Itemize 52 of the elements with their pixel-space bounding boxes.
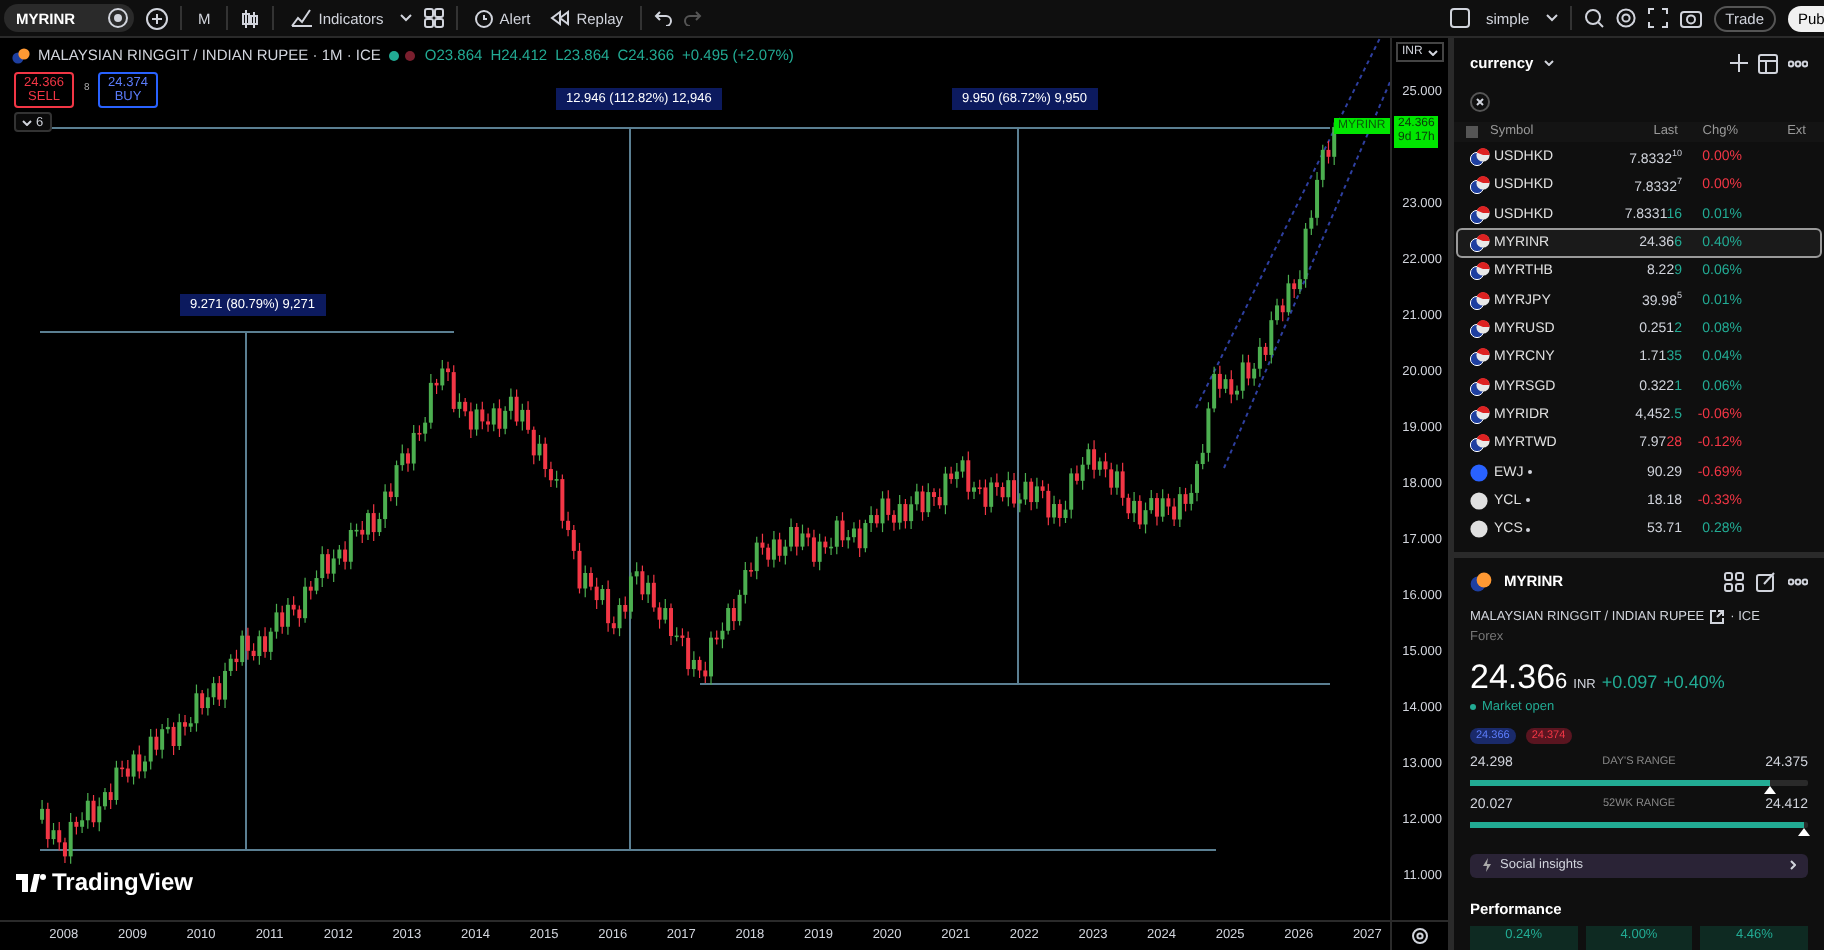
range-marker [1798,827,1811,836]
range-marker [1764,785,1777,794]
column-toggle-icon[interactable] [1466,125,1478,138]
flags-icon [1470,233,1490,252]
edit-icon[interactable] [1756,571,1776,592]
flags-icon [12,47,30,63]
redo-icon[interactable] [683,10,702,26]
lightning-icon [1482,858,1492,873]
flags-icon [1470,262,1490,281]
flags-icon [1470,205,1490,224]
alarm-clock-icon [473,8,494,28]
flags-icon [1470,291,1490,310]
more-icon[interactable] [1788,59,1808,68]
change-value: +0.097 [1601,671,1658,692]
status-dot-icon [388,49,401,61]
fullscreen-icon[interactable] [1647,8,1668,28]
settings-icon[interactable] [1615,8,1636,28]
camera-icon[interactable] [1679,8,1702,28]
chevron-down-icon [22,119,32,125]
flags-icon [1470,434,1490,453]
flags-icon [1470,148,1490,166]
add-icon[interactable] [1730,54,1748,73]
flags-icon [1470,319,1490,338]
flags-icon [1470,348,1490,367]
chevron-down-icon[interactable] [399,14,412,22]
price-value: 24.366 [1470,657,1568,698]
search-icon[interactable] [1583,8,1604,28]
undo-icon[interactable] [653,10,672,26]
layout-icon[interactable] [423,8,444,28]
close-icon[interactable] [1476,97,1484,106]
change-percent: +0.40% [1663,671,1725,692]
logo-text: TradingView [52,868,193,896]
chevron-down-icon[interactable] [1545,14,1558,22]
chart-icon [290,8,313,28]
chevron-right-icon [1790,860,1796,871]
square-icon[interactable] [1449,8,1470,28]
flags-icon [1470,377,1490,396]
tradingview-logo-icon [16,873,48,891]
rewind-icon [550,10,571,26]
chevron-down-icon [1428,49,1439,55]
flags-icon [1470,176,1490,195]
settings-icon[interactable] [1412,928,1428,944]
candles-icon[interactable] [240,7,261,29]
add-symbol-icon[interactable] [146,7,168,29]
more-icon[interactable] [1788,577,1808,586]
flags-icon [1470,405,1490,424]
chevron-down-icon[interactable] [1543,60,1554,67]
grid-icon[interactable] [1724,571,1744,592]
flags-icon [1470,571,1492,592]
status-dot-icon [404,49,417,61]
table-icon[interactable] [1758,53,1778,74]
external-link-icon[interactable] [1710,609,1725,624]
